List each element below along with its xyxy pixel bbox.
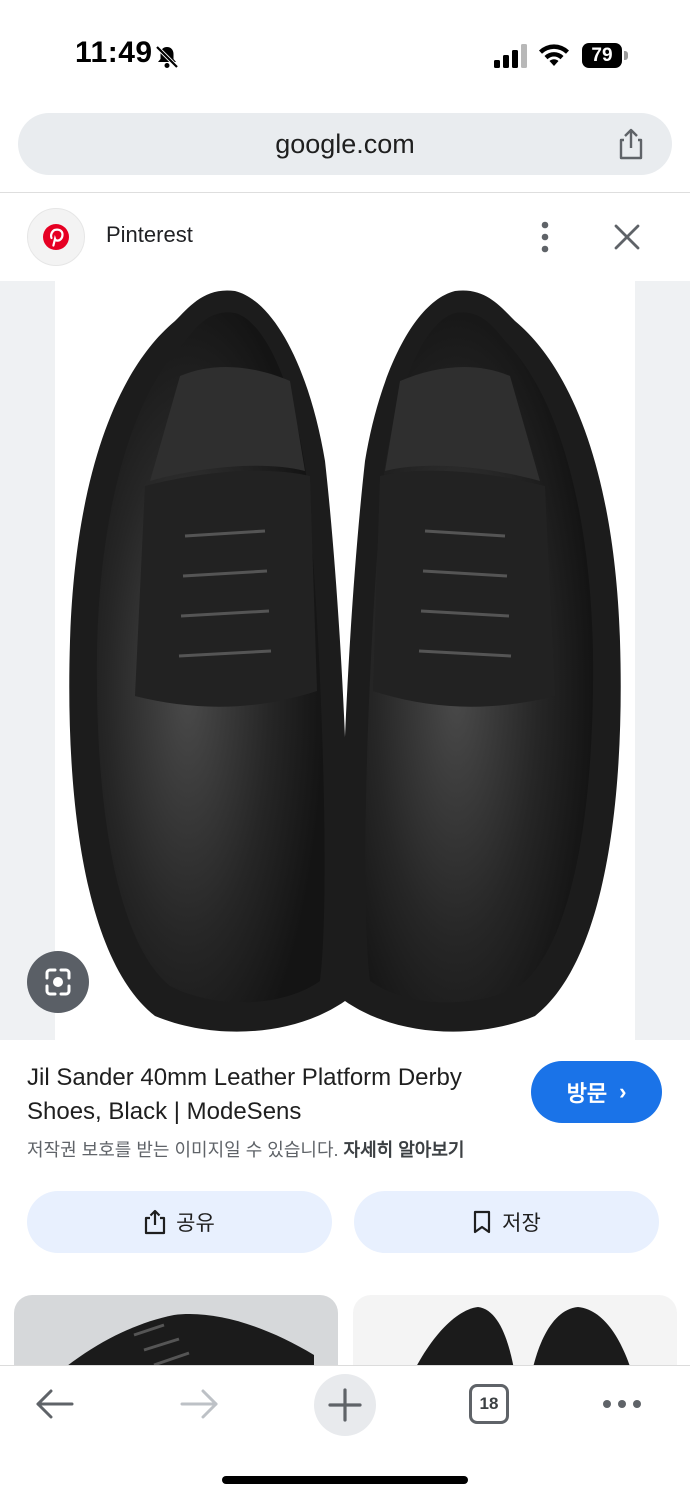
save-button[interactable]: 저장 bbox=[354, 1191, 659, 1253]
bell-slash-icon bbox=[155, 45, 179, 69]
wifi-icon bbox=[539, 44, 569, 66]
learn-more-link[interactable]: 자세히 알아보기 bbox=[344, 1140, 465, 1160]
more-vert-icon[interactable] bbox=[530, 218, 560, 256]
chevron-right-icon: › bbox=[619, 1079, 627, 1104]
share-button[interactable]: 공유 bbox=[27, 1191, 332, 1253]
pinterest-logo[interactable] bbox=[27, 208, 85, 266]
copyright-text: 저작권 보호를 받는 이미지일 수 있습니다. bbox=[27, 1140, 339, 1160]
share-icon[interactable] bbox=[614, 127, 648, 161]
url-text[interactable]: google.com bbox=[18, 113, 672, 175]
new-tab-button[interactable] bbox=[314, 1374, 376, 1436]
back-arrow-icon[interactable] bbox=[34, 1386, 74, 1422]
save-label: 저장 bbox=[502, 1212, 541, 1235]
status-time: 11:49 bbox=[75, 36, 153, 69]
battery-level: 79 bbox=[582, 43, 622, 68]
product-image[interactable] bbox=[55, 281, 635, 1040]
source-name[interactable]: Pinterest bbox=[106, 222, 193, 248]
result-title[interactable]: Jil Sander 40mm Leather Platform Derby S… bbox=[27, 1061, 507, 1129]
share-icon bbox=[145, 1209, 166, 1235]
lens-icon bbox=[45, 968, 71, 996]
signal-icon bbox=[494, 44, 527, 68]
tabs-icon[interactable]: 18 bbox=[469, 1384, 509, 1424]
visit-button[interactable]: 방문 › bbox=[531, 1061, 662, 1123]
visit-label: 방문 bbox=[566, 1081, 608, 1106]
forward-arrow-icon[interactable] bbox=[180, 1386, 220, 1422]
battery-icon: 79 bbox=[582, 43, 628, 68]
divider bbox=[0, 192, 690, 193]
plus-icon bbox=[328, 1388, 362, 1422]
right-shoe bbox=[341, 290, 621, 1032]
share-label: 공유 bbox=[176, 1212, 215, 1235]
left-shoe bbox=[69, 290, 349, 1032]
copyright-notice: 저작권 보호를 받는 이미지일 수 있습니다. 자세히 알아보기 bbox=[27, 1136, 464, 1162]
home-indicator[interactable] bbox=[222, 1476, 468, 1484]
more-horiz-icon[interactable] bbox=[602, 1398, 642, 1410]
bookmark-icon bbox=[474, 1210, 491, 1234]
lens-button[interactable] bbox=[27, 951, 89, 1013]
address-bar[interactable]: google.com bbox=[18, 113, 672, 175]
close-icon[interactable] bbox=[612, 222, 642, 252]
